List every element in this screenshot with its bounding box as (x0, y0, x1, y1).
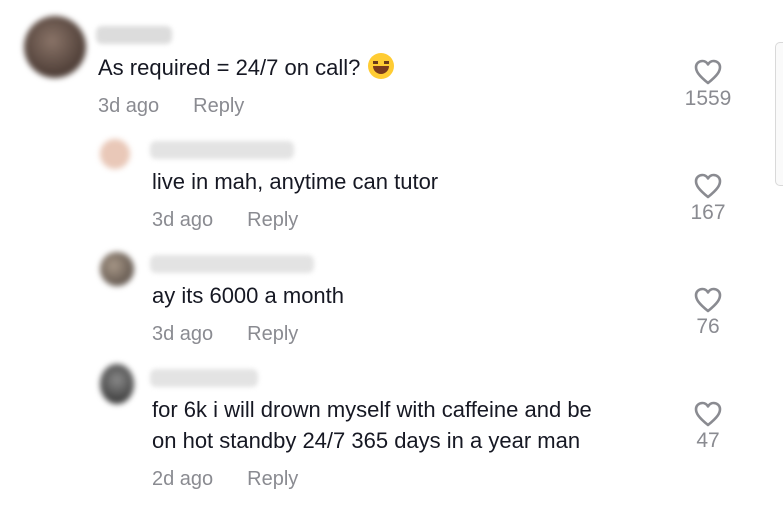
comment-meta: 2d ago Reply (152, 468, 298, 491)
timestamp: 3d ago (98, 95, 160, 117)
comment-meta: 3d ago Reply (98, 95, 244, 118)
heart-outline-icon[interactable] (694, 401, 722, 427)
reply-button[interactable]: Reply (247, 209, 298, 231)
comment-text-line-1: for 6k i will drown myself with caffeine… (152, 397, 592, 422)
like-control: 167 (678, 173, 738, 225)
comment-meta: 3d ago Reply (152, 209, 298, 232)
reply-button[interactable]: Reply (247, 323, 298, 345)
timestamp: 3d ago (152, 209, 214, 231)
comment-text-line-2: on hot standby 24/7 365 days in a year m… (152, 428, 581, 453)
like-control: 76 (678, 287, 738, 339)
avatar[interactable] (100, 364, 134, 404)
comment-meta: 3d ago Reply (152, 323, 298, 346)
heart-outline-icon[interactable] (694, 59, 722, 85)
reply-button[interactable]: Reply (247, 468, 298, 490)
timestamp: 3d ago (152, 323, 214, 345)
like-count: 47 (696, 429, 720, 452)
avatar[interactable] (24, 16, 86, 78)
comment-text: live in mah, anytime can tutor (152, 169, 439, 194)
avatar[interactable] (100, 139, 130, 169)
username[interactable] (150, 255, 314, 273)
heart-outline-icon[interactable] (694, 173, 722, 199)
like-control: 47 (678, 401, 738, 453)
timestamp: 2d ago (152, 468, 214, 490)
avatar[interactable] (100, 252, 134, 286)
username[interactable] (150, 141, 294, 159)
username[interactable] (96, 26, 172, 44)
username[interactable] (150, 369, 258, 387)
comment-text: ay its 6000 a month (152, 283, 345, 308)
like-control: 1559 (678, 59, 738, 111)
scrollbar[interactable] (775, 42, 783, 186)
heart-outline-icon[interactable] (694, 287, 722, 313)
laughing-tears-emoji-icon (368, 53, 395, 79)
like-count: 76 (696, 315, 720, 338)
like-count: 167 (690, 201, 726, 224)
comment-text: As required = 24/7 on call? (98, 51, 395, 85)
reply-button[interactable]: Reply (193, 95, 244, 117)
like-count: 1559 (684, 87, 732, 110)
